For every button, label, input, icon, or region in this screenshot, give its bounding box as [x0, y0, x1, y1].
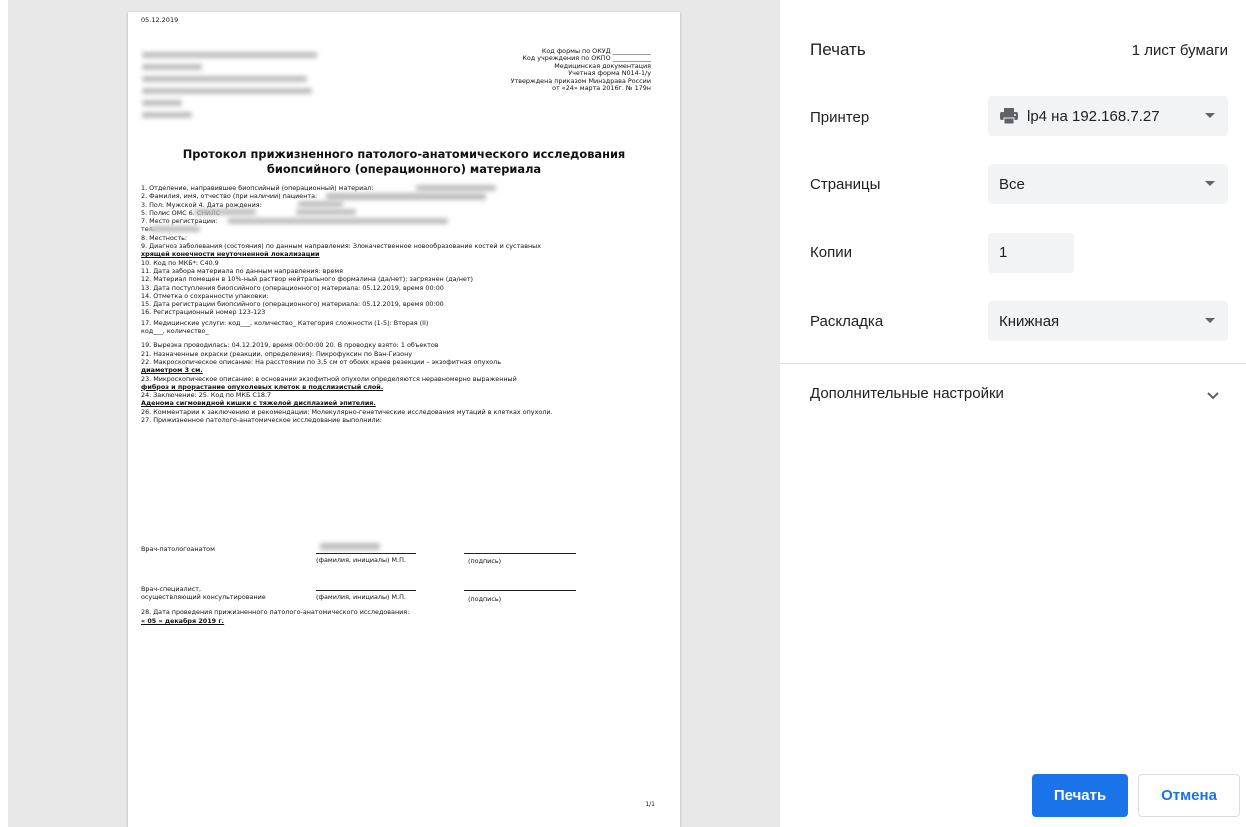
form-info-line: от «24» марта 2016г. № 179н [552, 84, 651, 93]
copies-label: Копии [810, 244, 852, 261]
document-line: 15. Дата регистрации биопсийного (операц… [141, 300, 444, 309]
form-info-block: Код формы по ОКУД ____________ Код учреж… [511, 47, 651, 93]
chevron-down-icon [1205, 113, 1215, 118]
fio-line [316, 553, 416, 554]
document-line: 8. Местность: [141, 233, 188, 242]
blurred-phone [150, 226, 200, 232]
document-line: фиброз и прорастание опухолевых клеток в… [141, 382, 384, 391]
signature-line [464, 590, 576, 591]
document-line: код___, количество_ [141, 327, 209, 336]
cancel-button[interactable]: Отмена [1138, 774, 1240, 817]
document-line: Аденома сигмовидной кишки с тяжелой дисп… [141, 399, 376, 408]
signature-caption: (подпись) [468, 557, 502, 565]
document-title-line: Протокол прижизненного патолого-анатомич… [182, 147, 626, 161]
blurred-doctor-name [320, 543, 380, 550]
panel-divider [780, 363, 1246, 364]
blurred-department [416, 185, 496, 191]
preview-left-strip [0, 0, 8, 827]
blurred-institution-line [142, 52, 317, 58]
expand-chevron-icon[interactable] [1206, 388, 1220, 406]
panel-title: Печать [810, 40, 866, 59]
signature-caption: (подпись) [468, 595, 502, 603]
blurred-institution-line [142, 112, 192, 118]
blurred-institution-line [142, 76, 307, 82]
document-line: тел. [141, 225, 155, 234]
printer-label: Принтер [810, 109, 870, 126]
document-line: 14. Отметка о сохранности упаковки: [141, 291, 269, 300]
document-line: 13. Дата поступления биопсийного (операц… [141, 283, 444, 292]
layout-label: Раскладка [810, 313, 884, 330]
document-line: 3. Пол: Мужской 4. Дата рождения: [141, 200, 262, 209]
print-button[interactable]: Печать [1032, 774, 1128, 817]
document-line: 23. Микроскопическое описание: в основан… [141, 374, 517, 383]
conclusion-date-line: 28. Дата проведения прижизненного патоло… [141, 608, 410, 616]
signature-line [464, 553, 576, 554]
pathologist-label: Врач-патологоанатом [141, 545, 215, 553]
printer-select[interactable]: lp4 на 192.168.7.27 [988, 96, 1228, 136]
document-line: 10. Код по МКБ*: C40.9 [141, 258, 219, 267]
document-line: 24. Заключение: 25. Код по МКБ C18.7 [141, 391, 272, 400]
document-line: 19. Вырезка проводилась: 04.12.2019, вре… [141, 341, 439, 350]
conclusion-date: « 05 » декабря 2019 г. [141, 617, 225, 625]
chevron-down-icon [1205, 318, 1215, 323]
more-settings-toggle[interactable]: Дополнительные настройки [810, 385, 1004, 402]
page-number: 1/1 [645, 800, 655, 808]
document-line: 27. Прижизненное патолого-анатомическое … [141, 416, 382, 425]
document-line: хрящей конечности неуточненной локализац… [141, 250, 320, 259]
blurred-oms [194, 209, 256, 215]
layout-select[interactable]: Книжная [988, 301, 1228, 341]
sheet-count: 1 лист бумаги [1131, 42, 1228, 59]
pages-select[interactable]: Все [988, 164, 1228, 204]
specialist-label: осуществляющий консультирование [141, 593, 266, 601]
document-title: Протокол прижизненного патолого-анатомич… [128, 147, 680, 177]
document-line: 22. Макроскопическое описание: На рассто… [141, 357, 502, 366]
blurred-patient-name [326, 193, 486, 200]
document-line: 16. Регистрационный номер 123-123 [141, 308, 266, 317]
document-line: диаметром 3 см. [141, 366, 203, 375]
document-title-line: биопсийного (операционного) материала [266, 162, 542, 176]
layout-value: Книжная [999, 312, 1060, 330]
fio-caption: (фамилия, инициалы) М.П. [316, 593, 406, 601]
pages-label: Страницы [810, 176, 881, 193]
blurred-address [228, 218, 448, 224]
blurred-institution-line [142, 100, 182, 106]
document-line: 21. Назначенные окраски (реакции, опреде… [141, 349, 413, 358]
document-line: 17. Медицинские услуги: код___, количест… [141, 318, 429, 327]
fio-line [316, 590, 416, 591]
document-line: 9. Диагноз заболевания (состояния) по да… [141, 242, 541, 251]
blurred-birth-date [298, 201, 343, 207]
document-line: 26. Комментарии к заключению и рекоменда… [141, 407, 553, 416]
preview-page: 05.12.2019 Код формы по ОКУД ___________… [128, 12, 680, 827]
blurred-institution-line [142, 88, 312, 94]
chevron-down-icon [1205, 181, 1215, 186]
copies-input[interactable]: 1 [988, 233, 1074, 273]
document-line: 11. Дата забора материала по данным напр… [141, 266, 344, 275]
blurred-snils [296, 209, 356, 215]
print-preview-area: 05.12.2019 Код формы по ОКУД ___________… [0, 0, 780, 827]
pages-value: Все [999, 175, 1025, 193]
printer-icon [999, 107, 1019, 125]
document-line: 12. Материал помещен в 10%-ный раствор н… [141, 275, 474, 284]
document-line: 1. Отделение, направившее биопсийный (оп… [141, 184, 374, 192]
document-date: 05.12.2019 [141, 16, 179, 24]
fio-caption: (фамилия, инициалы) М.П. [316, 556, 406, 564]
printer-value: lp4 на 192.168.7.27 [1027, 107, 1160, 125]
print-settings-panel: Печать 1 лист бумаги Принтер lp4 на 192.… [780, 0, 1246, 827]
blurred-institution-line [142, 64, 202, 70]
